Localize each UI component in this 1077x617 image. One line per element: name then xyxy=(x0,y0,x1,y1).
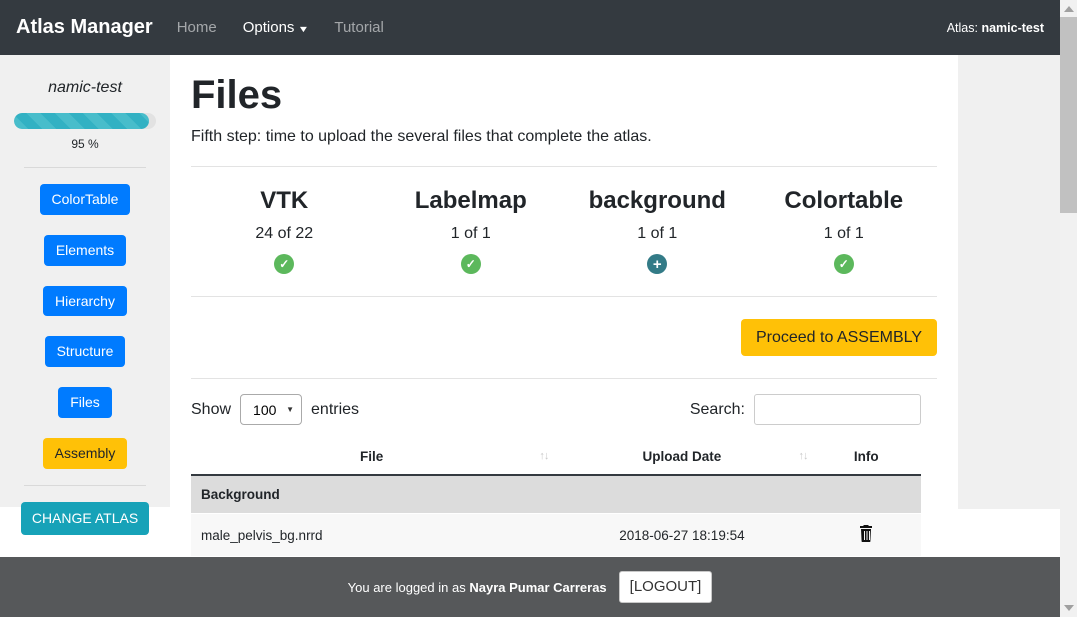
sidebar-button-structure[interactable]: Structure xyxy=(45,336,126,367)
right-spacer-panel xyxy=(958,55,1060,509)
current-atlas-status: Atlas: namic-test xyxy=(947,21,1044,35)
stat-title: Colortable xyxy=(751,187,938,215)
sidebar-divider-bottom xyxy=(24,485,146,486)
login-status-text: You are logged in as Nayra Pumar Carrera… xyxy=(348,580,607,595)
change-atlas-button[interactable]: CHANGE ATLAS xyxy=(21,502,149,535)
table-row: male_pelvis_bg.nrrd 2018-06-27 18:19:54 xyxy=(191,514,921,557)
stat-title: background xyxy=(564,187,751,215)
delete-file-button[interactable] xyxy=(859,525,873,542)
stat-colortable: Colortable 1 of 1 ✓ xyxy=(751,187,938,274)
table-group-row-background: Background xyxy=(191,475,921,514)
logout-button[interactable]: [LOGOUT] xyxy=(619,571,713,603)
show-label: Show xyxy=(191,401,231,419)
stat-labelmap: Labelmap 1 of 1 ✓ xyxy=(378,187,565,274)
stat-title: VTK xyxy=(191,187,378,215)
stat-count: 1 of 1 xyxy=(564,225,751,243)
progress-percent-label: 95 % xyxy=(0,137,170,151)
stat-count: 1 of 1 xyxy=(378,225,565,243)
progress-bar xyxy=(14,113,156,129)
sidebar-button-elements[interactable]: Elements xyxy=(44,235,126,266)
top-navbar: Atlas Manager Home Options▼ Tutorial Atl… xyxy=(0,0,1060,55)
entries-label: entries xyxy=(311,401,359,419)
nav-item-options[interactable]: Options▼ xyxy=(243,19,309,36)
nav-item-home[interactable]: Home xyxy=(177,19,217,36)
stat-count: 24 of 22 xyxy=(191,225,378,243)
sidebar-button-colortable[interactable]: ColorTable xyxy=(40,184,131,215)
scroll-up-arrow-icon[interactable] xyxy=(1064,6,1074,12)
sidebar-divider xyxy=(24,167,146,168)
stat-vtk: VTK 24 of 22 ✓ xyxy=(191,187,378,274)
main-content: Files Fifth step: time to upload the sev… xyxy=(170,55,958,595)
column-header-file[interactable]: File↑↓ xyxy=(191,439,552,475)
page-title: Files xyxy=(191,73,937,118)
scrollbar-thumb[interactable] xyxy=(1060,17,1077,213)
sidebar-atlas-name: namic-test xyxy=(0,55,170,97)
table-controls: Show 100 ▼ entries Search: xyxy=(191,394,937,425)
sidebar-button-assembly[interactable]: Assembly xyxy=(43,438,128,469)
page-subtitle: Fifth step: time to upload the several f… xyxy=(191,128,937,146)
sidebar: namic-test 95 % ColorTable Elements Hier… xyxy=(0,55,170,507)
file-name-cell: male_pelvis_bg.nrrd xyxy=(191,514,552,557)
column-header-upload-date[interactable]: Upload Date↑↓ xyxy=(552,439,811,475)
search-input[interactable] xyxy=(754,394,921,425)
sidebar-button-files[interactable]: Files xyxy=(58,387,112,418)
sort-icon: ↑↓ xyxy=(539,450,548,462)
search-label: Search: xyxy=(690,401,745,419)
stat-background: background 1 of 1 + xyxy=(564,187,751,274)
stat-count: 1 of 1 xyxy=(751,225,938,243)
trash-icon xyxy=(859,525,873,542)
plus-circle-icon[interactable]: + xyxy=(647,254,667,274)
check-circle-icon: ✓ xyxy=(274,254,294,274)
logged-in-user-name: Nayra Pumar Carreras xyxy=(469,580,606,595)
nav-item-tutorial[interactable]: Tutorial xyxy=(334,19,383,36)
proceed-to-assembly-button[interactable]: Proceed to ASSEMBLY xyxy=(741,319,937,356)
column-header-info: Info xyxy=(811,439,921,475)
footer: You are logged in as Nayra Pumar Carrera… xyxy=(0,557,1060,617)
sort-icon: ↑↓ xyxy=(798,450,807,462)
chevron-down-icon: ▼ xyxy=(298,24,310,34)
upload-date-cell: 2018-06-27 18:19:54 xyxy=(552,514,811,557)
vertical-scrollbar[interactable] xyxy=(1060,0,1077,617)
progress-bar-fill xyxy=(14,113,149,129)
page-size-select[interactable]: 100 xyxy=(240,394,302,425)
app-brand[interactable]: Atlas Manager xyxy=(16,16,153,39)
sidebar-button-hierarchy[interactable]: Hierarchy xyxy=(43,286,127,317)
scroll-down-arrow-icon[interactable] xyxy=(1064,605,1074,611)
divider xyxy=(191,378,937,379)
file-type-stats: VTK 24 of 22 ✓ Labelmap 1 of 1 ✓ backgro… xyxy=(191,167,937,296)
stat-title: Labelmap xyxy=(378,187,565,215)
check-circle-icon: ✓ xyxy=(834,254,854,274)
check-circle-icon: ✓ xyxy=(461,254,481,274)
